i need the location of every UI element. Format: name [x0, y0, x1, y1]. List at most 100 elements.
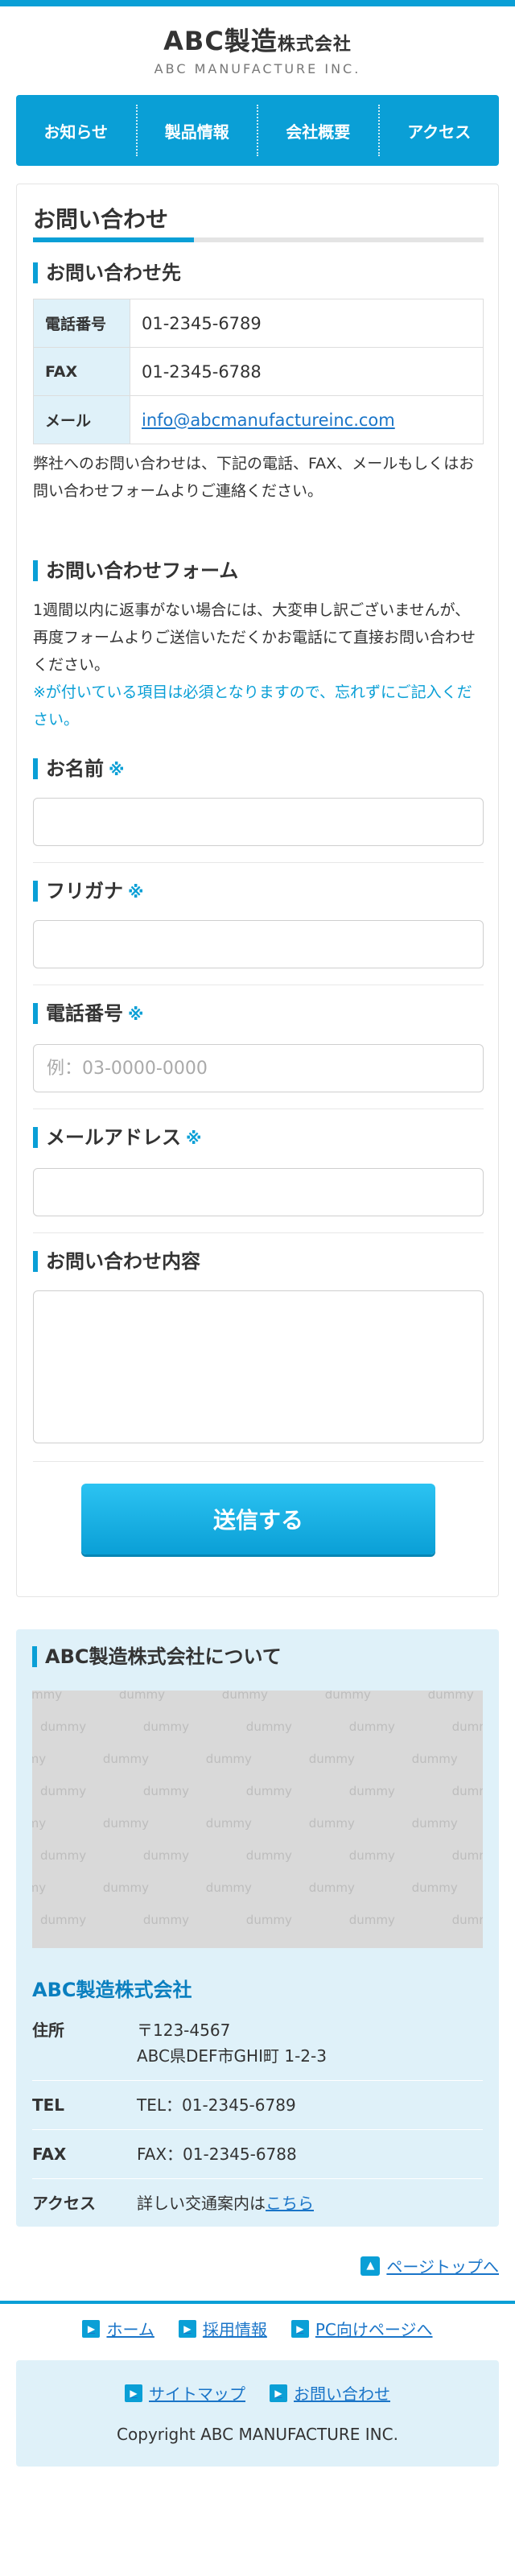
required-mark: ※ — [128, 1005, 144, 1024]
required-mark: ※ — [128, 882, 144, 902]
company-value-access: 詳しい交通案内はこちら — [137, 2179, 483, 2228]
address-postal: 〒123-4567 — [137, 2021, 231, 2040]
name-input[interactable] — [33, 798, 484, 846]
address-line: ABC県DEF市GHI町 1-2-3 — [137, 2046, 327, 2066]
chevron-right-icon: ▶ — [178, 2319, 196, 2338]
logo-english: ABC MANUFACTURE INC. — [154, 61, 361, 76]
chevron-right-icon: ▶ — [82, 2319, 101, 2338]
nav-item-company[interactable]: 会社概要 — [258, 105, 380, 156]
company-label-access: アクセス — [32, 2194, 96, 2213]
chevron-up-icon: ▲ — [360, 2256, 381, 2276]
footer-link-label: PC向けページへ — [315, 2320, 433, 2339]
form-heading: お問い合わせフォーム — [33, 559, 238, 582]
company-value-address: 〒123-4567 ABC県DEF市GHI町 1-2-3 — [137, 2006, 483, 2081]
required-mark: ※ — [109, 760, 125, 779]
phone-label: 電話番号 ※ — [33, 1002, 143, 1026]
contact-value-fax: 01-2345-6788 — [130, 347, 484, 396]
name-label-text: お名前 — [46, 758, 104, 780]
phone-label-text: 電話番号 — [46, 1002, 123, 1025]
table-row: メール info@abcmanufactureinc.com — [33, 395, 484, 444]
dummy-text-row: dummy dummy dummy dummy dummy dummy dumm… — [40, 1913, 483, 1927]
contact-label-phone: 電話番号 — [33, 299, 130, 348]
company-value-fax: FAX：01-2345-6788 — [137, 2129, 483, 2179]
footer-links: ▶ ホーム ▶ 採用情報 ▶ PC向けページへ — [0, 2317, 515, 2340]
footer-link-label: お問い合わせ — [294, 2384, 390, 2404]
footer-link-recruit[interactable]: ▶ 採用情報 — [178, 2317, 267, 2340]
footer-link-home[interactable]: ▶ ホーム — [82, 2317, 154, 2340]
about-section: ABC製造株式会社について dummy dummy dummy dummy du… — [16, 1629, 499, 2227]
table-row: FAX 01-2345-6788 — [33, 347, 484, 396]
table-row: 電話番号 01-2345-6789 — [33, 299, 484, 348]
email-link[interactable]: info@abcmanufactureinc.com — [142, 411, 395, 430]
name-label: お名前 ※ — [33, 758, 124, 781]
footer-link-contact[interactable]: ▶ お問い合わせ — [270, 2381, 390, 2405]
contact-value-phone: 01-2345-6789 — [130, 299, 484, 348]
contact-table: 電話番号 01-2345-6789 FAX 01-2345-6788 メール i… — [33, 299, 484, 444]
divider — [33, 1232, 484, 1233]
company-value-tel: TEL：01-2345-6789 — [137, 2080, 483, 2130]
message-label: お問い合わせ内容 — [33, 1250, 200, 1273]
footer-links-secondary: ▶ サイトマップ ▶ お問い合わせ — [16, 2381, 499, 2405]
logo-name-kk: 株式会社 — [277, 35, 352, 55]
nav-item-access[interactable]: アクセス — [380, 105, 500, 156]
contact-label-email: メール — [33, 395, 130, 444]
contact-heading: お問い合わせ先 — [33, 262, 181, 284]
contact-section: お問い合わせ お問い合わせ先 電話番号 01-2345-6789 FAX 01-… — [16, 184, 499, 1597]
page-top-link[interactable]: ▲ ページトップへ — [360, 2254, 499, 2277]
footer-link-sitemap[interactable]: ▶ サイトマップ — [125, 2381, 245, 2405]
dummy-text-row: dummy dummy dummy dummy dummy dummy dumm… — [40, 1719, 483, 1734]
contact-value-email-cell: info@abcmanufactureinc.com — [130, 395, 484, 444]
submit-button[interactable]: 送信する — [81, 1484, 435, 1554]
title-underline-accent — [33, 237, 194, 242]
dummy-text-row: dummy dummy dummy dummy dummy dummy dumm… — [32, 1816, 483, 1831]
logo-name: ABC製造株式会社 — [0, 21, 515, 58]
access-text: 詳しい交通案内は — [137, 2194, 266, 2213]
dummy-text-row: dummy dummy dummy dummy dummy dummy dumm… — [40, 1848, 483, 1863]
email-label-text: メールアドレス — [46, 1126, 181, 1149]
footer-divider — [0, 2301, 515, 2304]
contact-label-fax: FAX — [33, 347, 130, 396]
dummy-text-row: dummy dummy dummy dummy dummy dummy dumm… — [32, 1752, 483, 1766]
contact-note: 弊社へのお問い合わせは、下記の電話、FAX、メールもしくはお問い合わせフォームよ… — [33, 455, 475, 500]
nav-item-products[interactable]: 製品情報 — [138, 105, 258, 156]
footer-box: ▶ サイトマップ ▶ お問い合わせ Copyright ABC MANUFACTUR… — [16, 2360, 499, 2467]
access-link[interactable]: こちら — [266, 2194, 314, 2213]
kana-input[interactable] — [33, 920, 484, 968]
top-accent-bar — [0, 0, 515, 6]
table-row: 住所 〒123-4567 ABC県DEF市GHI町 1-2-3 — [32, 2006, 483, 2081]
copyright: Copyright ABC MANUFACTURE INC. — [117, 2425, 398, 2444]
table-row: TEL TEL：01-2345-6789 — [32, 2080, 483, 2130]
company-label-address: 住所 — [32, 2006, 137, 2081]
site-logo[interactable]: ABC製造株式会社 ABC MANUFACTURE INC. — [0, 21, 515, 76]
kana-label: フリガナ ※ — [33, 880, 143, 903]
email-label: メールアドレス ※ — [33, 1126, 201, 1150]
dummy-text-row: dummy dummy dummy dummy dummy dummy dumm… — [40, 1784, 483, 1798]
message-textarea[interactable] — [33, 1290, 484, 1443]
footer-link-label: ホーム — [106, 2320, 154, 2339]
form-note: 1週間以内に返事がない場合には、大変申し訳ございませんが、再度フォームよりご送信… — [33, 601, 476, 674]
dummy-text-row: dummy dummy dummy dummy dummy dummy dumm… — [32, 1880, 483, 1895]
chevron-right-icon: ▶ — [125, 2384, 142, 2402]
divider — [33, 1461, 484, 1462]
company-label-fax: FAX — [32, 2129, 137, 2179]
footer-link-label: サイトマップ — [149, 2384, 245, 2404]
table-row: アクセス 詳しい交通案内はこちら — [32, 2179, 483, 2228]
company-info-table: 住所 〒123-4567 ABC県DEF市GHI町 1-2-3 TEL TEL：0… — [32, 2006, 483, 2227]
dummy-text-row: dummy dummy dummy dummy dummy dummy dumm… — [32, 1690, 483, 1702]
footer-link-pc[interactable]: ▶ PC向けページへ — [290, 2317, 433, 2340]
about-heading: ABC製造株式会社について — [32, 1645, 282, 1668]
chevron-right-icon: ▶ — [290, 2319, 309, 2338]
about-company-name: ABC製造株式会社 — [32, 1979, 192, 2001]
page-title: お問い合わせ — [33, 206, 169, 233]
email-input[interactable] — [33, 1168, 484, 1216]
divider — [33, 1108, 484, 1109]
nav-item-news[interactable]: お知らせ — [16, 105, 138, 156]
form-required-note: ※が付いている項目は必須となりますので、忘れずにご記入ください。 — [33, 683, 472, 729]
footer-link-label: 採用情報 — [202, 2320, 267, 2339]
page-top-label: ページトップへ — [386, 2257, 499, 2277]
phone-input[interactable] — [33, 1044, 484, 1092]
company-image-placeholder: dummy dummy dummy dummy dummy dummy dumm… — [32, 1690, 483, 1948]
chevron-right-icon: ▶ — [270, 2384, 287, 2402]
required-mark: ※ — [186, 1129, 202, 1148]
logo-name-main: ABC製造 — [163, 26, 278, 56]
